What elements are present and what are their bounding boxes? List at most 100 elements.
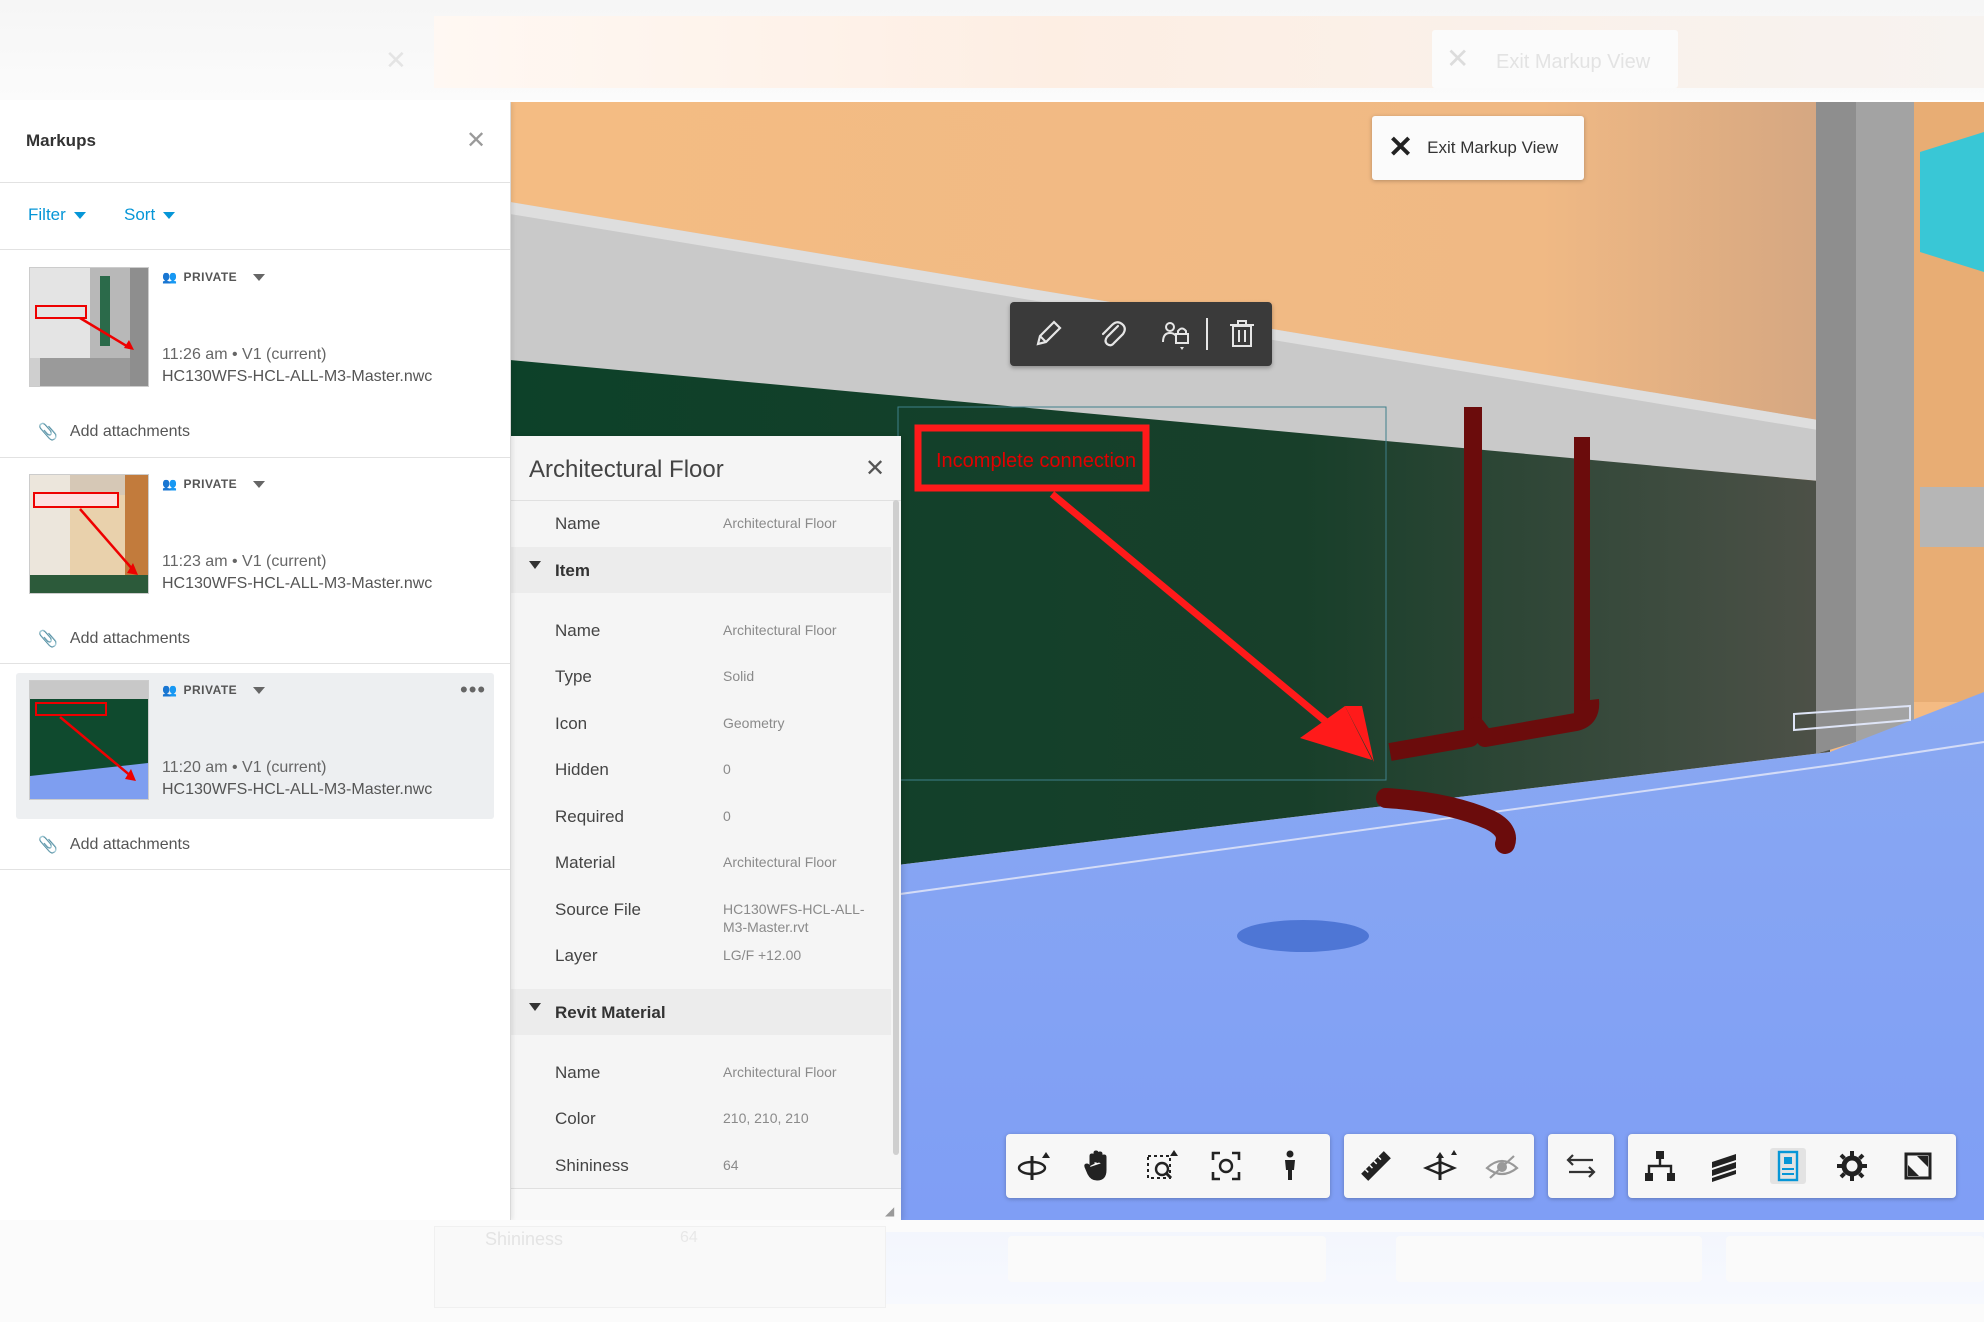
fullscreen-icon[interactable] (1900, 1148, 1936, 1184)
privacy-dropdown[interactable]: 👥 PRIVATE (162, 477, 266, 491)
properties-footer (511, 1188, 901, 1220)
property-row: Color 210, 210, 210 (511, 1095, 891, 1141)
property-label: Type (555, 667, 592, 686)
privacy-icon[interactable] (1158, 316, 1194, 352)
add-attachments-link[interactable]: 📎 Add attachments (38, 422, 190, 442)
property-label: Name (555, 620, 601, 640)
markup-thumbnail-image (30, 268, 148, 386)
markup-thumbnail-image (30, 475, 148, 593)
markup-action-toolbar (1010, 302, 1272, 366)
property-row: Layer LG/F +12.00 (511, 932, 891, 978)
properties-scrollbar[interactable] (893, 500, 899, 1155)
visibility-label: PRIVATE (183, 270, 238, 284)
section-icon[interactable] (1422, 1148, 1458, 1184)
caret-down-icon (529, 560, 541, 569)
property-value: Solid (723, 668, 755, 684)
pan-icon[interactable] (1080, 1148, 1116, 1184)
markups-filter-bar: Filter Sort (0, 183, 510, 250)
far-fixture (1920, 487, 1984, 547)
property-section-header[interactable]: Revit Material (511, 988, 891, 1035)
properties-header: Architectural Floor ✕ (511, 436, 901, 501)
zoom-window-icon[interactable] (1144, 1148, 1180, 1184)
property-row: Hidden 0 (511, 746, 891, 792)
paperclip-icon[interactable] (1094, 316, 1130, 352)
close-icon[interactable]: ✕ (865, 454, 885, 483)
settings-icon[interactable] (1834, 1148, 1870, 1184)
markup-thumbnail[interactable] (30, 475, 148, 593)
privacy-dropdown[interactable]: 👥 PRIVATE (162, 270, 266, 284)
compare-icon[interactable] (1563, 1148, 1599, 1184)
caret-down-icon (529, 1002, 541, 1011)
explode-icon[interactable] (1484, 1148, 1520, 1184)
markup-list-item[interactable]: 👥 PRIVATE ••• 11:20 am • V1 (current) HC… (0, 663, 510, 870)
markup-card[interactable]: 👥 PRIVATE 11:23 am • V1 (current) HC130W… (16, 467, 494, 613)
add-attachments-label: Add attachments (69, 423, 190, 440)
property-row: Name Architectural Floor (511, 1049, 891, 1095)
pipe-vertical-right[interactable] (1574, 437, 1590, 717)
exit-markup-view-button[interactable]: ✕ Exit Markup View (1372, 116, 1584, 180)
markups-title: Markups (26, 131, 96, 150)
privacy-dropdown[interactable]: 👥 PRIVATE (162, 683, 266, 697)
markup-thumbnail[interactable] (30, 681, 148, 799)
property-value: Architectural Floor (723, 854, 837, 870)
property-section-header[interactable]: Item (511, 546, 891, 593)
fit-view-icon[interactable] (1208, 1148, 1244, 1184)
property-value: HC130WFS-HCL-ALL-M3-Master.rvt (723, 900, 865, 935)
model-browser-icon[interactable] (1642, 1148, 1678, 1184)
paperclip-icon: 📎 (38, 631, 58, 648)
property-section-label: Item (555, 560, 590, 580)
properties-button[interactable] (1770, 1148, 1806, 1184)
pipe-vertical-left[interactable] (1464, 407, 1482, 737)
markup-text[interactable]: Incomplete connection (936, 450, 1136, 472)
sort-dropdown[interactable]: Sort (124, 205, 176, 225)
close-icon[interactable]: ✕ (466, 126, 486, 155)
properties-panel: Architectural Floor ✕ Name Architectural … (510, 436, 901, 1220)
chevron-down-icon (253, 480, 266, 488)
trash-icon[interactable] (1224, 316, 1260, 352)
property-row: Required 0 (511, 793, 891, 839)
orbit-icon[interactable] (1016, 1148, 1052, 1184)
markup-time: 11:23 am • V1 (current) (162, 553, 327, 570)
ghost-toolbar-group (1636, 1236, 1702, 1282)
resize-handle-icon[interactable]: ◢ (885, 1204, 894, 1218)
markup-list-item[interactable]: 👥 PRIVATE 11:23 am • V1 (current) HC130W… (0, 457, 510, 664)
property-row: Type Solid (511, 653, 891, 699)
property-label: Required (555, 806, 624, 826)
property-value: 64 (723, 1156, 739, 1173)
markup-thumbnail[interactable] (30, 268, 148, 386)
column-right[interactable] (1856, 102, 1914, 742)
far-window (1920, 132, 1984, 272)
column-left[interactable] (1816, 102, 1856, 754)
layers-icon[interactable] (1706, 1148, 1742, 1184)
exit-markup-view-label: Exit Markup View (1427, 138, 1559, 157)
markup-file: HC130WFS-HCL-ALL-M3-Master.nwc (162, 575, 433, 592)
filter-dropdown[interactable]: Filter (28, 205, 86, 225)
markups-header: Markups ✕ (0, 102, 510, 183)
property-value: LG/F +12.00 (723, 947, 802, 963)
settings-toolbar-group (1628, 1134, 1956, 1198)
property-value: 0 (723, 761, 731, 777)
property-value: Architectural Floor (723, 515, 837, 531)
property-label: Layer (555, 946, 598, 965)
private-icon: 👥 (162, 270, 178, 284)
ghost-shininess-label: Shininess (485, 1229, 564, 1249)
ghost-shininess-value: 64 (680, 1229, 698, 1246)
chevron-down-icon (253, 686, 266, 694)
navigation-toolbar-group (1006, 1134, 1330, 1198)
property-label: Source File (555, 899, 641, 919)
add-attachments-link[interactable]: 📎 Add attachments (38, 835, 190, 855)
property-label: Icon (555, 713, 588, 733)
markup-card[interactable]: 👥 PRIVATE 11:26 am • V1 (current) HC130W… (16, 260, 494, 406)
markups-panel: Markups ✕ Filter Sort 👥 PRIVATE 11:26 am… (0, 102, 511, 1220)
markup-card-selected[interactable]: 👥 PRIVATE ••• 11:20 am • V1 (current) HC… (16, 673, 494, 819)
pencil-icon[interactable] (1030, 316, 1066, 352)
markup-list-item[interactable]: 👥 PRIVATE 11:26 am • V1 (current) HC130W… (0, 250, 510, 458)
add-attachments-link[interactable]: 📎 Add attachments (38, 629, 190, 649)
more-options-icon[interactable]: ••• (460, 677, 486, 703)
properties-title: Architectural Floor (529, 456, 724, 483)
measure-icon[interactable] (1358, 1148, 1394, 1184)
floor-hole (1237, 920, 1369, 952)
property-section-label: Revit Material (555, 1002, 666, 1022)
markup-time: 11:20 am • V1 (current) (162, 759, 327, 776)
first-person-icon[interactable] (1272, 1148, 1308, 1184)
